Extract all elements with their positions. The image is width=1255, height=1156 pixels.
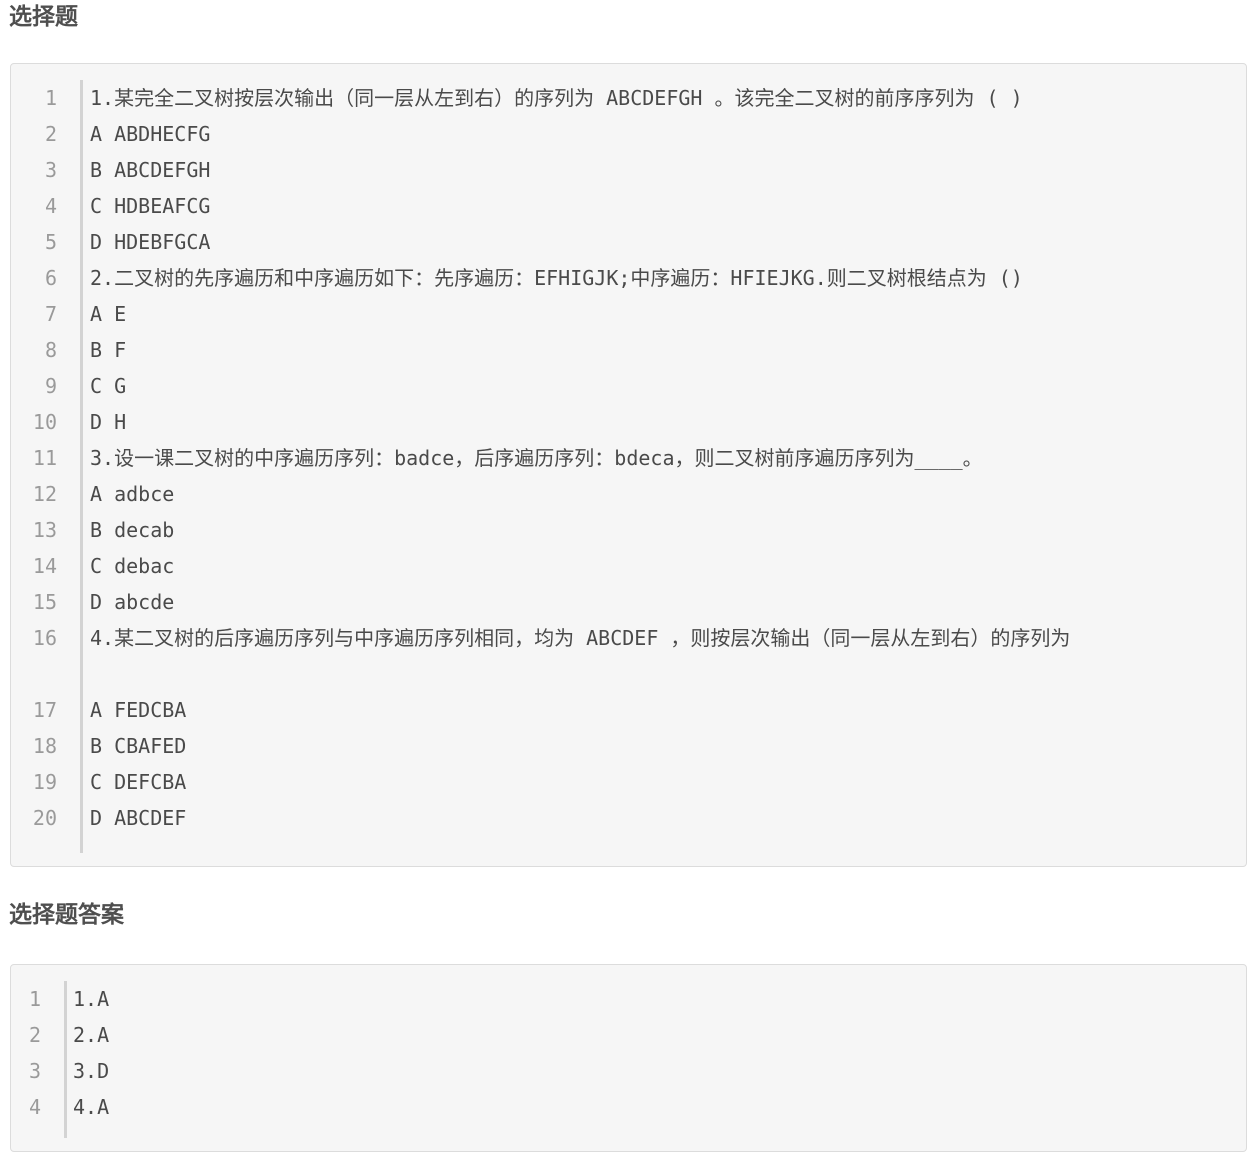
line-number: 13: [32, 518, 57, 542]
code-line: 5 D HDEBFGCA: [11, 224, 1246, 260]
line-text: A adbce: [90, 482, 175, 506]
line-text: A FEDCBA: [90, 698, 187, 722]
line-number: 20: [32, 806, 57, 830]
code-line: 6 2.二叉树的先序遍历和中序遍历如下：先序遍历：EFHIGJK;中序遍历：HFI…: [11, 260, 1246, 296]
line-text: D HDEBFGCA: [90, 230, 211, 254]
code-line: 2 A ABDHECFG: [11, 116, 1246, 152]
code-line: 19 C DEFCBA: [11, 764, 1246, 800]
code-line: 3 3.D: [11, 1053, 1246, 1089]
line-number: 5: [44, 230, 57, 254]
code-line: 1 1.A: [11, 981, 1246, 1017]
line-number: 6: [44, 266, 57, 290]
line-text: 1.某完全二叉树按层次输出（同一层从左到右）的序列为 ABCDEFGH 。该完全…: [90, 86, 1023, 110]
code-line: 2 2.A: [11, 1017, 1246, 1053]
code-line: 11 3.设一课二叉树的中序遍历序列：badce，后序遍历序列：bdeca，则二叉…: [11, 440, 1246, 476]
line-text: C G: [90, 374, 127, 398]
line-text: 2.A: [73, 1023, 110, 1047]
line-text: B decab: [90, 518, 175, 542]
line-text: B ABCDEFGH: [90, 158, 211, 182]
code-line: 1 1.某完全二叉树按层次输出（同一层从左到右）的序列为 ABCDEFGH 。该完…: [11, 80, 1246, 116]
code-line: 20 D ABCDEF: [11, 800, 1246, 836]
code-line: 14 C debac: [11, 548, 1246, 584]
code-line: 9 C G: [11, 368, 1246, 404]
line-text: D ABCDEF: [90, 806, 187, 830]
code-line: 15 D abcde: [11, 584, 1246, 620]
code-content: 1 1.A 2 2.A 3 3.D 4 4.A: [11, 981, 1246, 1138]
line-number: 19: [32, 770, 57, 794]
line-text: A E: [90, 302, 127, 326]
line-text: 1.A: [73, 987, 110, 1011]
code-line: 18 B CBAFED: [11, 728, 1246, 764]
line-number: 12: [32, 482, 57, 506]
code-line: 8 B F: [11, 332, 1246, 368]
code-line: 10 D H: [11, 404, 1246, 440]
code-line: 4 C HDBEAFCG: [11, 188, 1246, 224]
code-line: 12 A adbce: [11, 476, 1246, 512]
line-number: 3: [28, 1059, 41, 1083]
line-text: 3.D: [73, 1059, 110, 1083]
line-text: 4.某二叉树的后序遍历序列与中序遍历序列相同，均为 ABCDEF ，则按层次输出…: [90, 626, 1071, 650]
line-number: 1: [28, 987, 41, 1011]
code-line: 13 B decab: [11, 512, 1246, 548]
line-number: 15: [32, 590, 57, 614]
line-number: 14: [32, 554, 57, 578]
code-line: 17 A FEDCBA: [11, 692, 1246, 728]
line-text: 2.二叉树的先序遍历和中序遍历如下：先序遍历：EFHIGJK;中序遍历：HFIE…: [90, 266, 1023, 290]
line-text: C debac: [90, 554, 175, 578]
line-number: 4: [44, 194, 57, 218]
line-number: 17: [32, 698, 57, 722]
code-line: 3 B ABCDEFGH: [11, 152, 1246, 188]
line-number: 16: [32, 626, 57, 650]
line-text: C HDBEAFCG: [90, 194, 211, 218]
line-text: C DEFCBA: [90, 770, 187, 794]
code-content: 1 1.某完全二叉树按层次输出（同一层从左到右）的序列为 ABCDEFGH 。该完…: [11, 80, 1246, 853]
line-text: A ABDHECFG: [90, 122, 211, 146]
line-number: 2: [44, 122, 57, 146]
questions-code-block[interactable]: 1 1.某完全二叉树按层次输出（同一层从左到右）的序列为 ABCDEFGH 。该完…: [10, 63, 1247, 867]
line-text: D abcde: [90, 590, 175, 614]
section-title-answers: 选择题答案: [9, 902, 124, 928]
line-number: 10: [32, 410, 57, 434]
line-text: 3.设一课二叉树的中序遍历序列：badce，后序遍历序列：bdeca，则二叉树前…: [90, 446, 983, 470]
section-title-questions: 选择题: [9, 4, 78, 30]
line-text: B F: [90, 338, 127, 362]
code-line: 7 A E: [11, 296, 1246, 332]
line-number: 7: [44, 302, 57, 326]
line-number: 11: [32, 446, 57, 470]
answers-code-block[interactable]: 1 1.A 2 2.A 3 3.D 4 4.A: [10, 964, 1247, 1152]
line-number: 2: [28, 1023, 41, 1047]
line-text: D H: [90, 410, 127, 434]
line-number: 4: [28, 1095, 41, 1119]
code-line: 4 4.A: [11, 1089, 1246, 1125]
line-text: B CBAFED: [90, 734, 187, 758]
line-number: 3: [44, 158, 57, 182]
line-number: 1: [44, 86, 57, 110]
line-number: 8: [44, 338, 57, 362]
code-line: 16 4.某二叉树的后序遍历序列与中序遍历序列相同，均为 ABCDEF ，则按层次…: [11, 620, 1246, 692]
line-text: 4.A: [73, 1095, 110, 1119]
line-number: 18: [32, 734, 57, 758]
line-number: 9: [44, 374, 57, 398]
